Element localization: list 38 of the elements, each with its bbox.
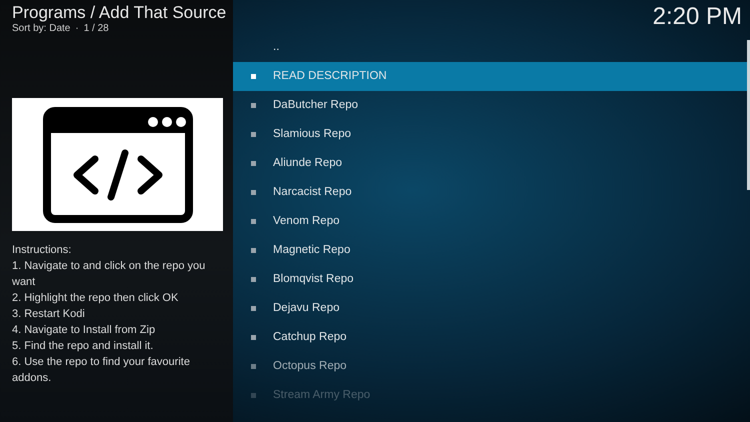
list-item[interactable]: Blomqvist Repo [233,265,748,294]
bullet-icon [250,74,256,79]
item-count: 1 / 28 [84,23,109,35]
code-window-icon [42,106,192,222]
list-item[interactable]: Venom Repo [233,207,748,236]
bullet-icon [250,103,256,108]
instruction-line: 3. Restart Kodi [12,307,86,322]
bullet-icon [250,364,256,369]
bullet-icon [250,132,256,137]
instruction-line: 5. Find the repo and install it. [12,339,154,354]
instruction-line: Instructions: [12,243,72,258]
list-item[interactable]: .. [233,33,748,62]
bullet-icon [250,335,256,340]
instruction-line: 1. Navigate to and click on the repo you want [12,259,206,290]
list-item[interactable]: Catchup Repo [233,323,748,352]
instruction-line: 6. Use the repo to find your favourite addons. [12,355,191,386]
list-item[interactable]: DaButcher Repo [233,91,748,120]
scrollbar-thumb[interactable] [747,40,750,190]
sort-label: Sort by: Date [12,23,70,35]
bullet-icon [250,393,256,398]
list-item[interactable]: Dejavu Repo [233,294,748,323]
breadcrumb-title: Programs / Add That Source [12,3,226,23]
list-item[interactable]: Slamious Repo [233,120,748,149]
bullet-icon [250,277,256,282]
instruction-line: 4. Navigate to Install from Zip [12,323,156,338]
bullet-icon [250,190,256,195]
bullet-icon [250,248,256,253]
separator-dot: · [75,23,79,35]
bullet-icon [250,306,256,311]
list-item[interactable]: Narcacist Repo [233,178,748,207]
instruction-line: 2. Highlight the repo then click OK [12,291,180,306]
clock: 2:20 PM [652,2,742,32]
list-item[interactable]: Magnetic Repo [233,236,748,265]
list-item[interactable]: Aliunde Repo [233,149,748,178]
list-item[interactable]: Octopus Repo [233,352,748,381]
list-item[interactable]: READ DESCRIPTION [233,62,748,91]
bullet-icon [250,219,256,224]
bullet-icon [250,161,256,166]
